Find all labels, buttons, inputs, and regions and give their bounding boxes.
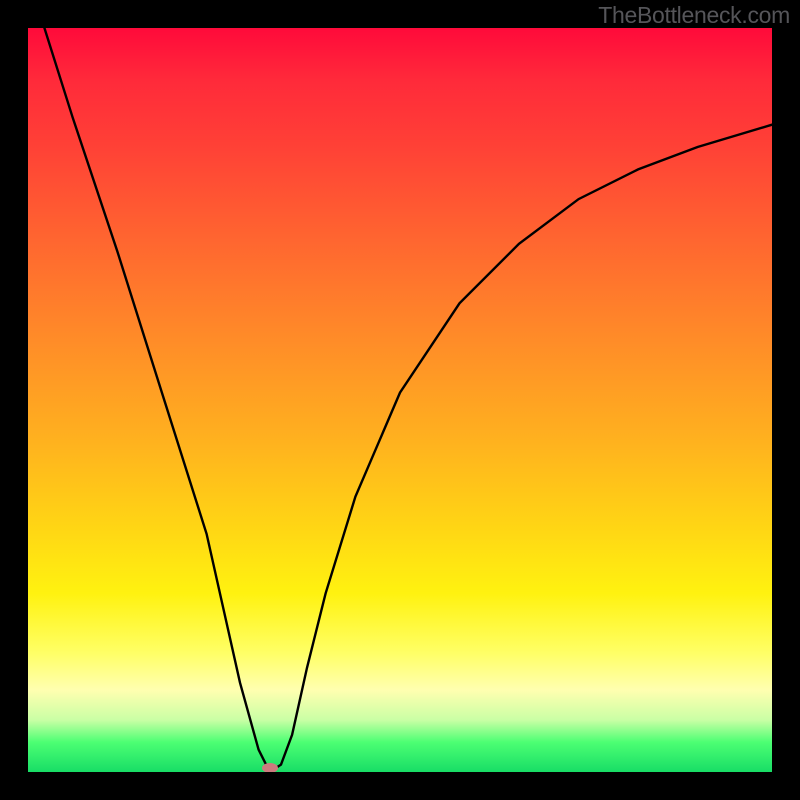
plot-area xyxy=(28,28,772,772)
chart-frame: TheBottleneck.com xyxy=(0,0,800,800)
curve-svg xyxy=(28,28,772,772)
bottleneck-curve xyxy=(28,28,772,772)
watermark-text: TheBottleneck.com xyxy=(598,2,790,29)
minimum-marker xyxy=(262,763,278,772)
